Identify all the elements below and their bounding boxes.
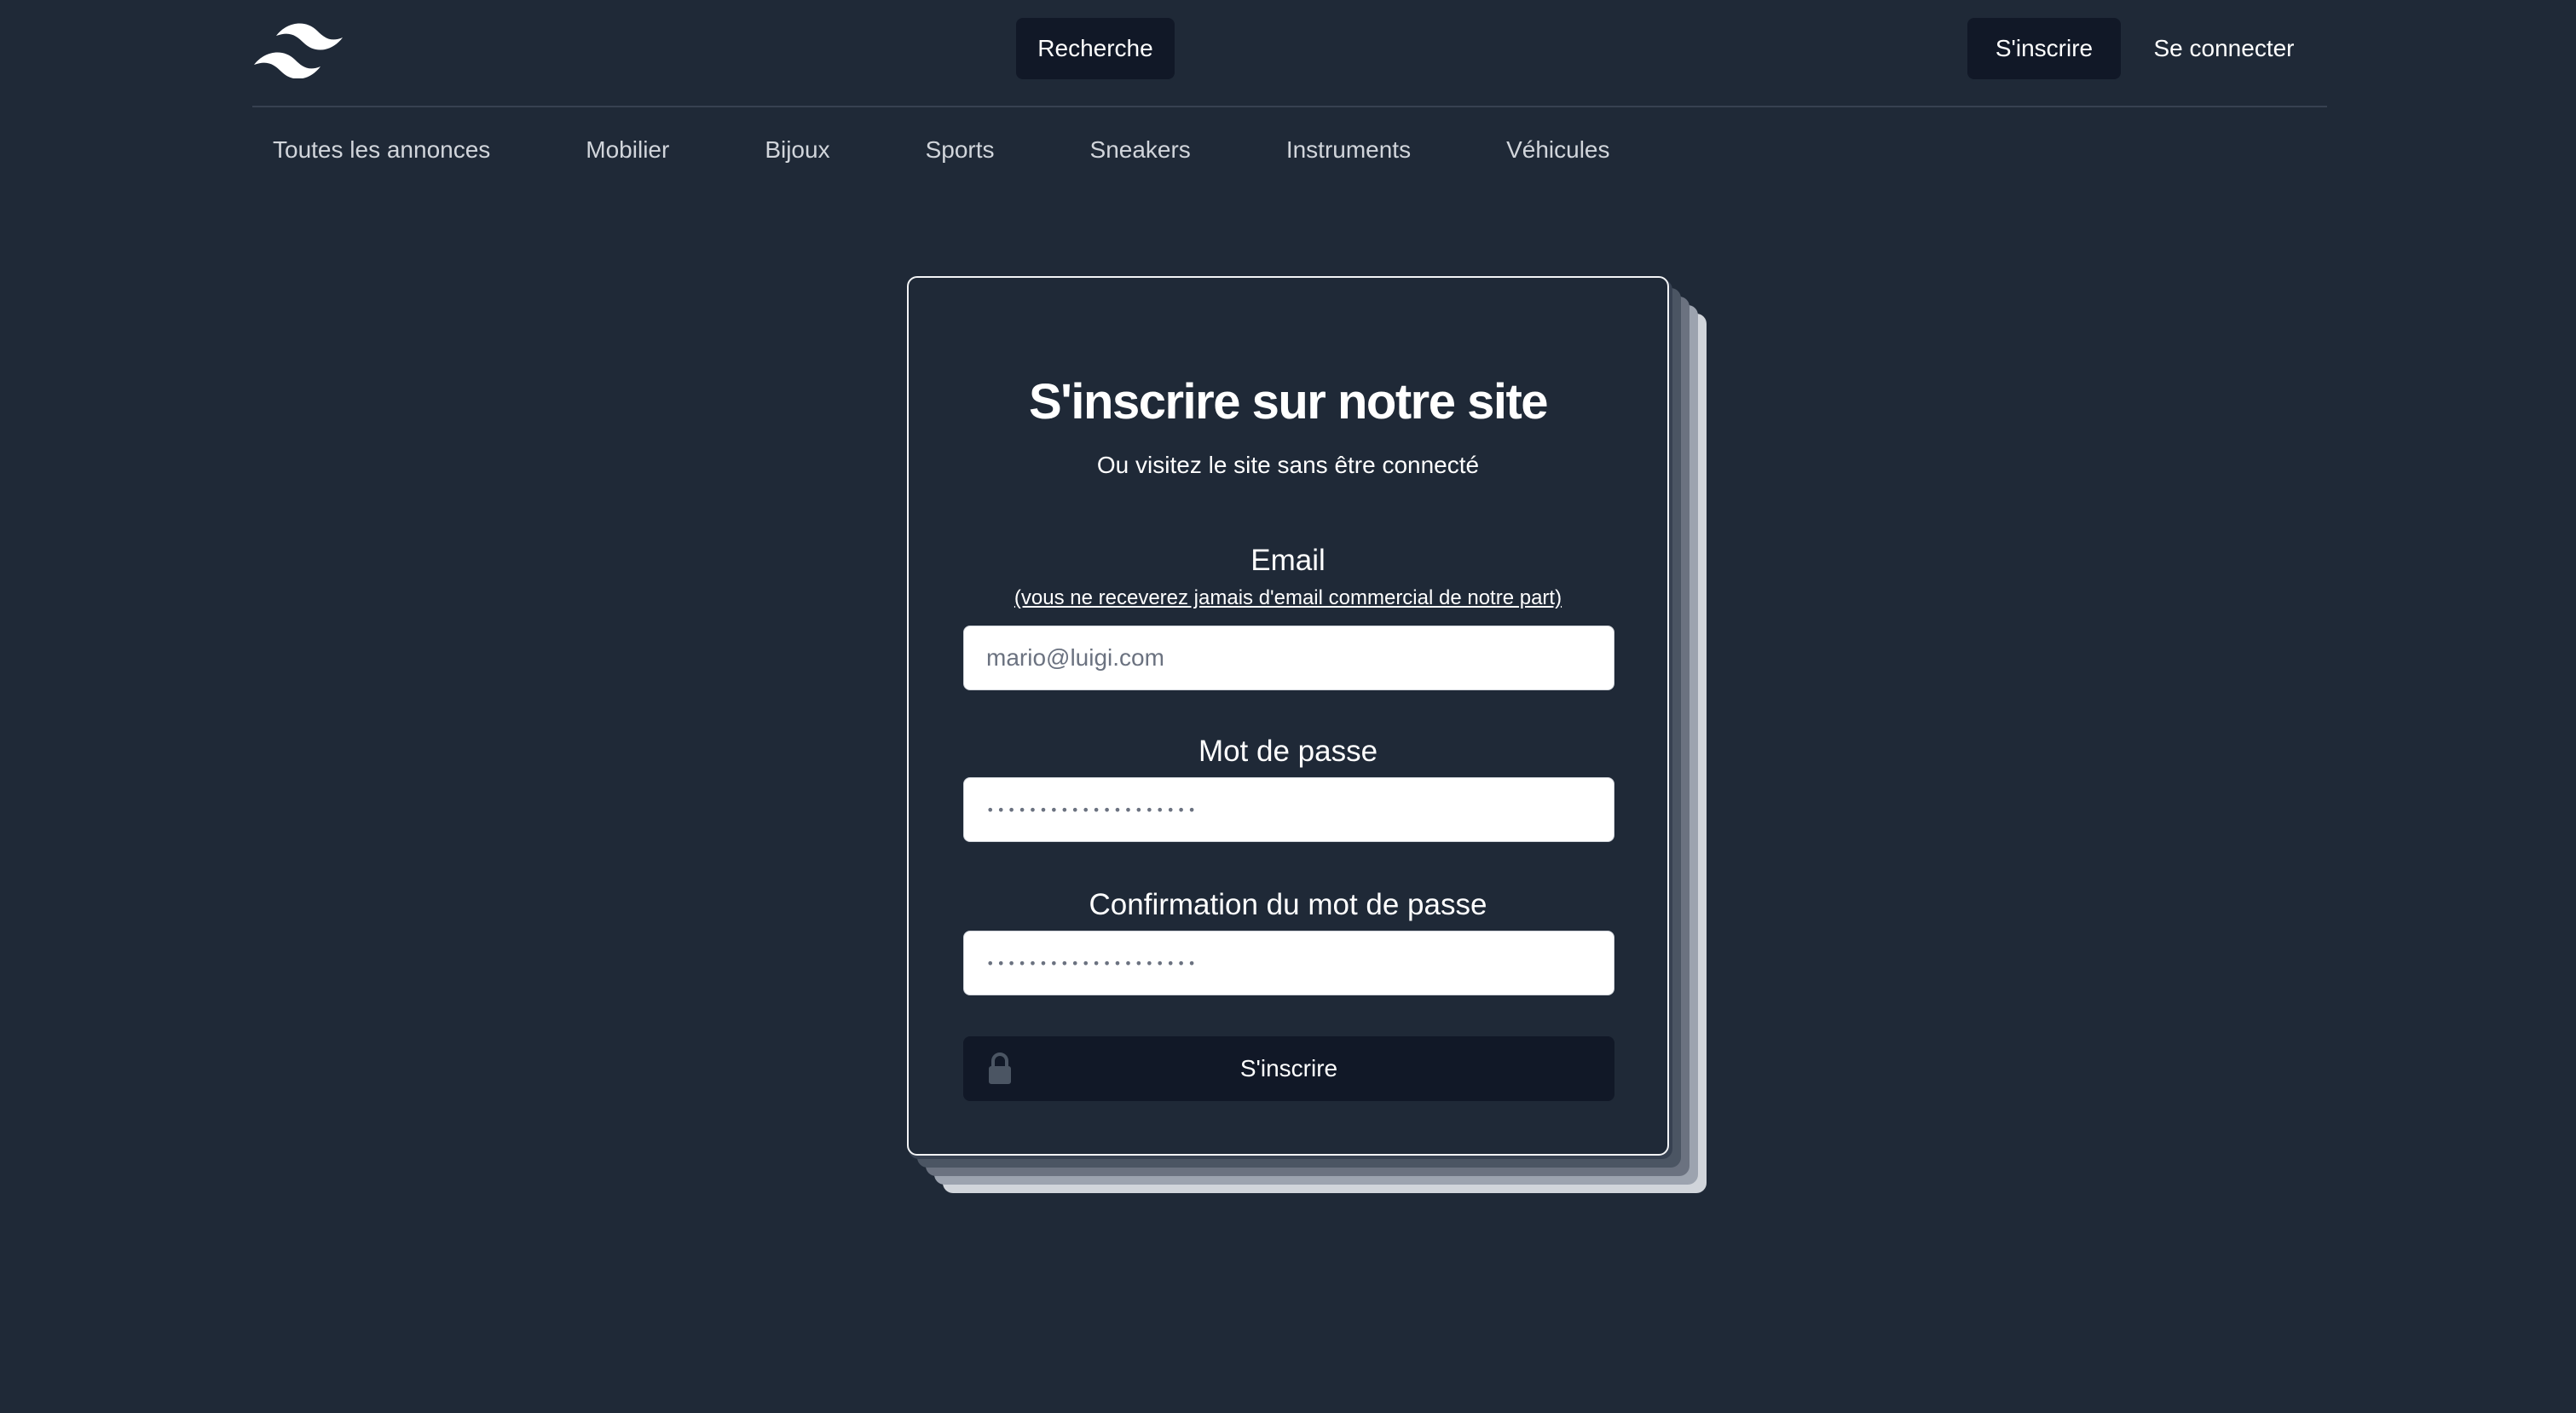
signup-nav-label: S'inscrire: [1995, 35, 2094, 61]
logo-icon[interactable]: [252, 20, 346, 78]
category-all-listings[interactable]: Toutes les annonces: [273, 136, 490, 164]
signup-subtitle[interactable]: Ou visitez le site sans être connecté: [909, 452, 1667, 479]
signup-card: S'inscrire sur notre site Ou visitez le …: [907, 276, 1669, 1156]
password-label: Mot de passe: [1198, 735, 1378, 768]
category-sports[interactable]: Sports: [926, 136, 995, 164]
email-field[interactable]: [963, 626, 1614, 690]
password-confirm-label: Confirmation du mot de passe: [1089, 888, 1487, 921]
search-button[interactable]: Recherche: [1016, 18, 1175, 79]
lock-icon: [989, 1053, 1011, 1084]
category-jewelry[interactable]: Bijoux: [765, 136, 829, 164]
password-confirm-field[interactable]: [963, 931, 1614, 995]
signup-title: S'inscrire sur notre site: [1028, 374, 1549, 430]
email-note: (vous ne receverez jamais d'email commer…: [1014, 586, 1562, 609]
category-nav: Toutes les annonces Mobilier Bijoux Spor…: [273, 130, 1610, 170]
category-instruments[interactable]: Instruments: [1286, 136, 1411, 164]
signup-nav-button[interactable]: S'inscrire: [1967, 18, 2121, 79]
category-furniture[interactable]: Mobilier: [586, 136, 669, 164]
login-nav-label: Se connecter: [2153, 35, 2295, 61]
category-vehicles[interactable]: Véhicules: [1506, 136, 1609, 164]
login-nav-button[interactable]: Se connecter: [2134, 18, 2313, 79]
site-header: Recherche S'inscrire Se connecter: [252, 0, 2327, 107]
password-field[interactable]: [963, 777, 1614, 842]
search-button-label: Recherche: [1037, 35, 1153, 61]
signup-submit-label: S'inscrire: [1239, 1055, 1338, 1081]
category-sneakers[interactable]: Sneakers: [1090, 136, 1191, 164]
email-label: Email: [1250, 544, 1326, 577]
signup-submit-button[interactable]: S'inscrire: [963, 1036, 1614, 1101]
